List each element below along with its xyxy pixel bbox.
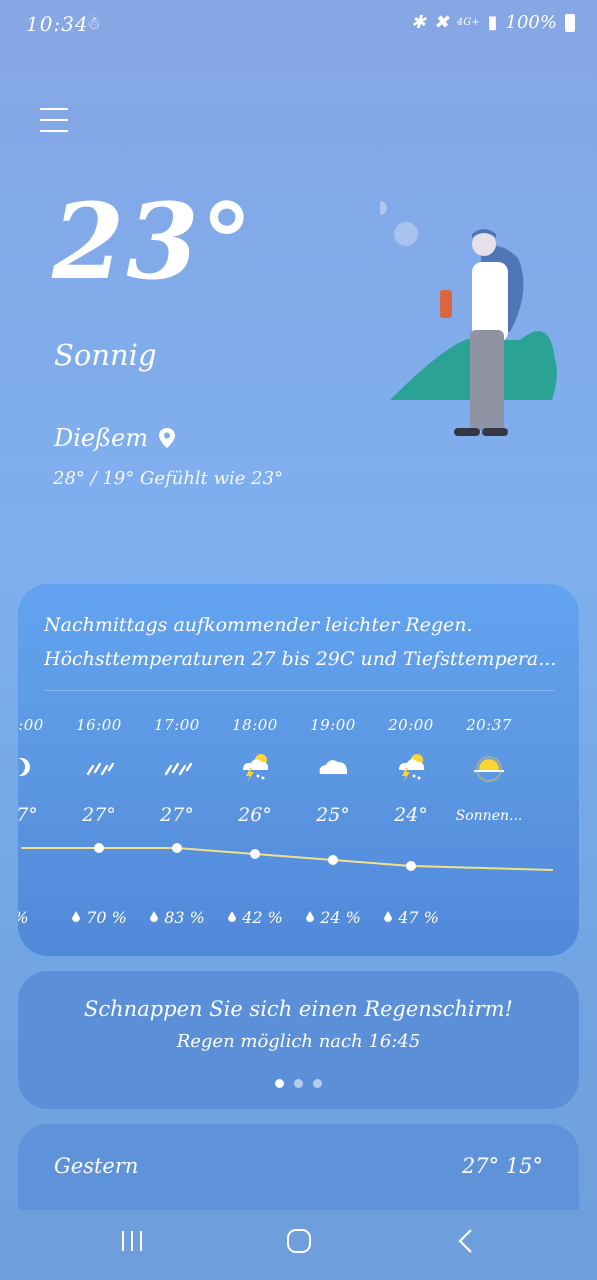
weather-illustration (380, 201, 557, 436)
moon-partly-icon (18, 752, 38, 782)
precip-value: 83 % (164, 908, 205, 927)
bluetooth-icon: ✱ (410, 12, 426, 33)
hour-temperature: Sonnen... (455, 808, 523, 824)
hour-temperature: 27° (82, 804, 116, 826)
hour-temperature: 27° (160, 804, 194, 826)
home-button[interactable] (286, 1228, 312, 1254)
hour-time: 20:37 (466, 716, 512, 734)
page-dot (294, 1079, 303, 1088)
person-figure (440, 229, 524, 436)
raindrop-icon (72, 911, 81, 922)
location[interactable]: Dießem (54, 424, 176, 452)
dnd-icon: ☃ (86, 14, 102, 34)
recent-apps-button[interactable] (120, 1228, 144, 1254)
raindrop-icon (306, 911, 315, 922)
precip-value: 70 % (86, 908, 127, 927)
hour-precipitation: % (18, 908, 60, 927)
current-temperature: 23° (52, 180, 255, 303)
hour-precipitation: 42 % (216, 908, 294, 927)
hour-temperature: 26° (238, 804, 272, 826)
menu-button[interactable] (40, 108, 68, 134)
location-name: Dießem (54, 424, 149, 452)
raindrop-icon (228, 911, 237, 922)
tip-subtitle: Regen möglich nach 16:45 (176, 1031, 421, 1052)
hour-time: 19:00 (310, 716, 356, 734)
hourly-scroller[interactable]: 15:00 27°% 16:00 27° 70 % 17:00 27° 83 % 18:00… (18, 708, 579, 938)
battery-label: 100% (505, 12, 557, 33)
location-pin-icon (159, 428, 176, 448)
precip-value: 42 % (242, 908, 283, 927)
status-bar: 10:34 ☃ ✱ ✖ 4G+ ▮ 100% (0, 0, 597, 52)
raindrop-icon (384, 911, 393, 922)
cloud-icon (316, 752, 350, 782)
status-icons: ✱ ✖ 4G+ ▮ 100% (411, 12, 575, 33)
precip-value: % (18, 908, 29, 927)
hour-precipitation: 83 % (138, 908, 216, 927)
hour-precipitation: 70 % (60, 908, 138, 927)
menu-icon-line (40, 119, 68, 121)
mute-icon: ✖ (433, 12, 449, 33)
summary-line-2: Höchsttemperaturen 27 bis 29C und Tiefst… (44, 648, 557, 670)
system-navigation-bar (0, 1210, 597, 1280)
hourly-forecast-card[interactable]: Nachmittags aufkommender leichter Regen.… (18, 584, 579, 956)
umbrella-tip-card[interactable]: Schnappen Sie sich einen Regenschirm! Re… (18, 971, 579, 1109)
battery-icon (565, 13, 575, 32)
precip-value: 24 % (320, 908, 361, 927)
thunderstorm-sun-icon (394, 752, 428, 782)
summary-line-1: Nachmittags aufkommender leichter Regen. (44, 614, 473, 636)
temperature-point (250, 849, 260, 859)
page-dot-active (275, 1079, 284, 1088)
hour-time: 15:00 (18, 716, 44, 734)
hour-time: 16:00 (76, 716, 122, 734)
hour-temperature: 27° (18, 804, 38, 826)
temperature-details: 28° / 19° Gefühlt wie 23° (53, 468, 284, 489)
forecast-summary: Nachmittags aufkommender leichter Regen.… (44, 608, 564, 676)
signal-icon: ▮ (487, 12, 498, 33)
hour-temperature: 24° (394, 804, 428, 826)
temperature-point (172, 843, 182, 853)
page-indicator (18, 1079, 579, 1088)
yesterday-label: Gestern (54, 1154, 139, 1178)
hour-time: 20:00 (388, 716, 434, 734)
hour-temperature: 25° (316, 804, 350, 826)
temperature-point (94, 843, 104, 853)
page-dot (313, 1079, 322, 1088)
raindrop-icon (150, 911, 159, 922)
temperature-point (406, 861, 416, 871)
tip-title: Schnappen Sie sich einen Regenschirm! (84, 997, 513, 1021)
menu-icon-line (40, 108, 68, 110)
hour-precipitation: 47 % (372, 908, 450, 927)
network-label: 4G+ (456, 17, 480, 28)
rain-drizzle-icon (160, 752, 194, 782)
hour-time: 18:00 (232, 716, 278, 734)
current-condition: Sonnig (54, 338, 157, 372)
back-button[interactable] (456, 1228, 476, 1254)
hour-precipitation: 24 % (294, 908, 372, 927)
yesterday-temps: 27° 15° (461, 1154, 543, 1178)
thunderstorm-sun-icon (238, 752, 272, 782)
temperature-point (328, 855, 338, 865)
hour-time: 17:00 (154, 716, 200, 734)
rain-drizzle-icon (82, 752, 116, 782)
precip-value: 47 % (398, 908, 439, 927)
card-divider (44, 690, 555, 691)
status-time: 10:34 (26, 12, 89, 36)
menu-icon-line (40, 130, 68, 132)
sunset-icon (472, 752, 506, 782)
